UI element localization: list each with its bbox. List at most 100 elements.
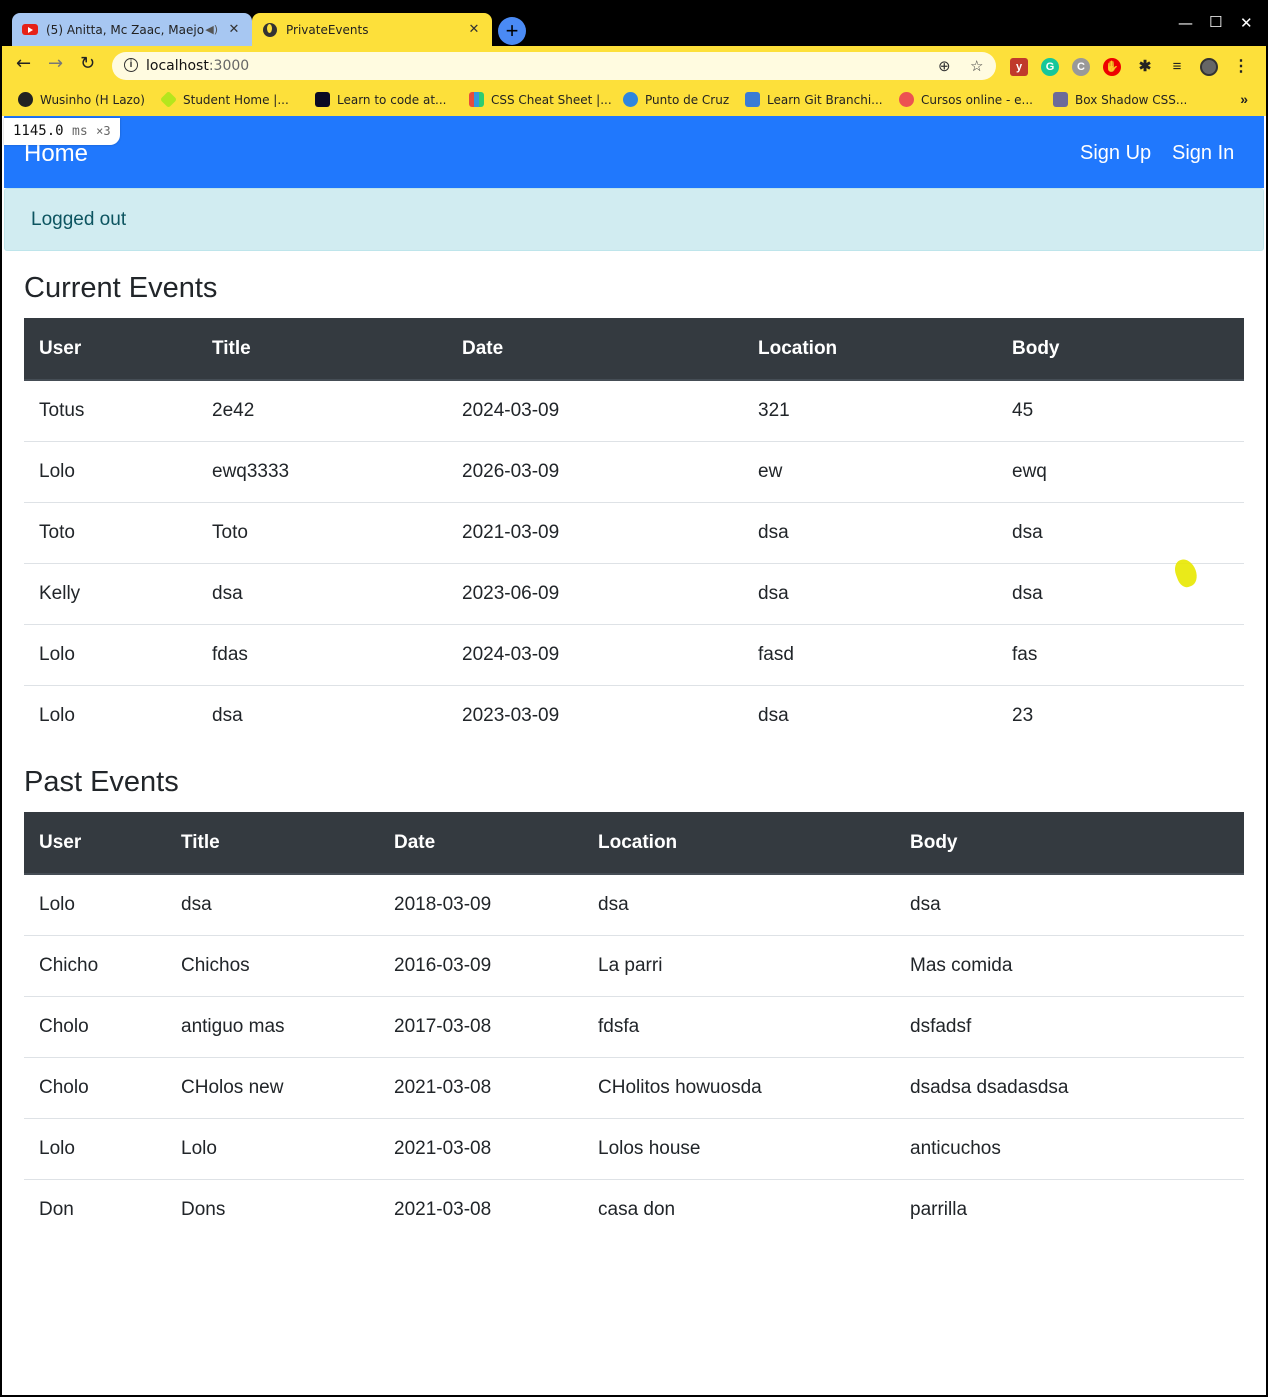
close-tab-icon[interactable]: ✕ [226, 22, 242, 37]
table-cell: Lolo [24, 684, 197, 746]
bookmark-item[interactable]: Cursos online - e... [899, 92, 1033, 107]
grammarly-icon[interactable]: G [1041, 58, 1059, 76]
column-header: User [24, 812, 166, 875]
bookmark-item[interactable]: Wusinho (H Lazo) [18, 92, 145, 107]
table-cell: Chicho [24, 934, 166, 996]
bookmark-item[interactable]: CSS Cheat Sheet |... [469, 92, 612, 107]
bookmark-item[interactable]: Learn to code at... [315, 92, 446, 107]
table-cell: 2e42 [212, 399, 255, 421]
table-row: Toto Toto 2021-03-09 dsa dsa [24, 501, 1244, 563]
minimize-icon[interactable]: — [1178, 14, 1193, 32]
extension-icon[interactable]: C [1072, 58, 1090, 76]
table-cell: fdas [197, 623, 447, 685]
table-header-row: User Title Date Location Body [24, 318, 1244, 381]
maximize-icon[interactable]: ☐ [1209, 13, 1222, 31]
bookmarks-bar: Wusinho (H Lazo) Student Home |... Learn… [2, 84, 1266, 116]
info-icon[interactable]: i [124, 58, 138, 72]
new-tab-button[interactable]: + [498, 17, 526, 45]
table-cell: Totus [39, 399, 85, 421]
table-cell: Chichos [166, 934, 379, 996]
avatar[interactable] [1200, 58, 1218, 76]
table-cell: 2024-03-09 [447, 623, 743, 685]
table-cell: Lolo [24, 1117, 166, 1179]
table-row: Lolo ewq3333 2026-03-09 ew ewq [24, 440, 1244, 502]
table-cell: 2021-03-09 [447, 501, 743, 563]
table-cell: 2018-03-09 [394, 893, 492, 915]
table-cell: dsa [997, 562, 1244, 624]
tab-private-events[interactable]: PrivateEvents ✕ [252, 13, 492, 46]
table-header-row: User Title Date Location Body [24, 812, 1244, 875]
table-cell: 2021-03-08 [379, 1056, 583, 1118]
current-events-table: User Title Date Location Body Totus 2e42 2024-… [24, 318, 1244, 746]
table-cell: dsfadsf [895, 995, 1244, 1057]
table-row: Lolo dsa 2023-03-09 dsa 23 [24, 684, 1244, 746]
table-cell: Lolos house [583, 1117, 895, 1179]
table-row: Kelly dsa 2023-06-09 dsa dsa [24, 562, 1244, 624]
back-icon[interactable]: ← [16, 55, 31, 73]
media-queue-icon[interactable]: ≡ [1168, 58, 1186, 76]
past-events-table: User Title Date Location Body Lolo dsa 2018-03… [24, 812, 1244, 1240]
more-bookmarks-icon[interactable]: » [1240, 91, 1248, 107]
table-cell: dsa [197, 684, 447, 746]
column-header: Title [197, 318, 447, 381]
table-row: Totus 2e42 2024-03-09 321 45 [24, 380, 1244, 441]
speaker-icon[interactable]: ◀) [205, 23, 218, 36]
table-cell: 2023-06-09 [447, 562, 743, 624]
column-header: Location [743, 318, 997, 381]
reload-icon[interactable]: ↻ [80, 55, 95, 73]
column-header: Body [895, 812, 1244, 875]
zoom-icon[interactable]: ⊕ [938, 57, 951, 75]
table-cell: dsadsa dsadasdsa [895, 1056, 1244, 1118]
table-cell: 2021-03-08 [379, 1178, 583, 1240]
sign-up-link[interactable]: Sign Up [1080, 142, 1151, 165]
table-cell: Kelly [24, 562, 197, 624]
table-cell: dsa [598, 893, 629, 915]
flash-alert: Logged out [4, 188, 1264, 251]
table-cell: fas [997, 623, 1244, 685]
table-cell: dsa [743, 501, 997, 563]
current-events-title: Current Events [24, 272, 218, 304]
adblock-icon[interactable]: ✋ [1103, 58, 1121, 76]
bookmark-star-icon[interactable]: ☆ [970, 57, 983, 75]
table-row: Lolo dsa 2018-03-09 dsa dsa [24, 874, 1244, 935]
table-cell: ewq [997, 440, 1244, 502]
table-cell: antiguo mas [166, 995, 379, 1057]
table-cell: fasd [743, 623, 997, 685]
menu-icon[interactable]: ⋮ [1232, 58, 1250, 76]
table-cell: Lolo [166, 1117, 379, 1179]
table-row: Cholo CHolos new 2021-03-08 CHolitos howuos… [24, 1056, 1244, 1118]
extensions-puzzle-icon[interactable]: ✱ [1136, 58, 1154, 76]
bookmark-item[interactable]: Box Shadow CSS... [1053, 92, 1187, 107]
css-sheet-icon [469, 92, 484, 107]
table-cell: ew [743, 440, 997, 502]
browser-toolbar: ← → ↻ i localhost:3000 ⊕ ☆ y G C ✋ ✱ ≡ ⋮ [2, 46, 1266, 84]
table-row: Chicho Chichos 2016-03-09 La parri Mas comid… [24, 934, 1244, 996]
youtube-icon [22, 22, 38, 38]
column-header: User [24, 318, 197, 381]
close-window-icon[interactable]: ✕ [1240, 14, 1253, 32]
table-cell: 2023-03-09 [447, 684, 743, 746]
table-cell: 2016-03-09 [379, 934, 583, 996]
past-events-title: Past Events [24, 766, 179, 798]
bookmark-item[interactable]: Learn Git Branchi... [745, 92, 883, 107]
forward-icon[interactable]: → [48, 55, 63, 73]
tab-title: (5) Anitta, Mc Zaac, Maejor [46, 22, 206, 37]
table-cell: Cholo [24, 995, 166, 1057]
extension-icon[interactable]: y [1010, 58, 1028, 76]
site-navbar: Home Sign Up Sign In [4, 116, 1264, 188]
column-header: Date [447, 318, 743, 381]
close-tab-icon[interactable]: ✕ [466, 22, 482, 37]
sign-in-link[interactable]: Sign In [1172, 142, 1234, 165]
address-bar[interactable]: i localhost:3000 ⊕ ☆ [112, 52, 996, 80]
column-header: Title [166, 812, 379, 875]
table-cell: Lolo [39, 893, 75, 915]
tab-youtube[interactable]: (5) Anitta, Mc Zaac, Maejor ◀) ✕ [12, 13, 252, 46]
column-header: Body [997, 318, 1244, 381]
table-cell: dsa [743, 562, 997, 624]
table-cell: ewq3333 [197, 440, 447, 502]
bookmark-item[interactable]: Student Home |... [160, 91, 289, 108]
udemy-icon [899, 92, 914, 107]
table-row: Don Dons 2021-03-08 casa don parrilla [24, 1178, 1244, 1240]
profiler-badge[interactable]: 1145.0 ms ×3 [4, 118, 120, 145]
bookmark-item[interactable]: Punto de Cruz [623, 92, 729, 107]
